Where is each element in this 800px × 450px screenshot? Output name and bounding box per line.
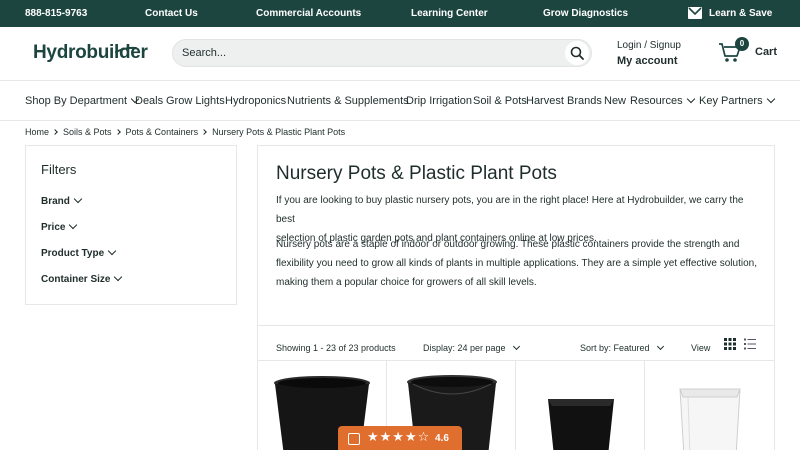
product-card[interactable] <box>645 361 774 450</box>
chevron-right-icon <box>114 129 121 135</box>
nav-key-partners[interactable]: Key Partners <box>699 94 775 107</box>
chevron-down-icon <box>656 342 664 351</box>
chevron-down-icon <box>114 272 123 282</box>
breadcrumb-home[interactable]: Home <box>25 127 49 137</box>
breadcrumb: Home Soils & Pots Pots & Containers Nursery… <box>25 127 345 137</box>
filters-title: Filters <box>41 162 77 177</box>
nav-soil-pots[interactable]: Soil & Pots <box>473 95 527 107</box>
black-square-pot-image[interactable] <box>546 397 616 450</box>
commercial-accounts-link[interactable]: Commercial Accounts <box>256 8 361 19</box>
logo-swoosh-icon <box>115 46 137 53</box>
chevron-right-icon <box>52 129 58 135</box>
chevron-right-icon <box>201 129 207 135</box>
grow-diagnostics-link[interactable]: Grow Diagnostics <box>543 8 628 19</box>
nav-brands[interactable]: Brands <box>567 95 602 107</box>
mail-icon <box>688 7 702 19</box>
filter-container-size[interactable]: Container Size <box>41 272 123 285</box>
grid-view-icon[interactable] <box>724 338 736 350</box>
filter-brand[interactable]: Brand <box>41 194 83 207</box>
chevron-down-icon <box>686 94 695 104</box>
search-icon <box>570 46 584 60</box>
main-nav: Shop By Department Deals Grow Lights Hyd… <box>0 81 800 121</box>
collection-toolbar: Showing 1 - 23 of 23 products Display: 2… <box>258 325 774 361</box>
sort-by-select[interactable]: Sort by: Featured <box>580 342 664 353</box>
login-signup-link[interactable]: Login / Signup <box>617 40 681 51</box>
nav-grow-lights[interactable]: Grow Lights <box>166 95 225 107</box>
nav-hydroponics[interactable]: Hydroponics <box>225 95 286 107</box>
contact-us-link[interactable]: Contact Us <box>145 8 198 19</box>
search-input[interactable] <box>182 47 562 59</box>
top-bar: 888-815-9763 Contact Us Commercial Accou… <box>0 0 800 27</box>
cart-link[interactable]: Cart <box>755 46 777 58</box>
list-view-icon[interactable] <box>744 338 756 350</box>
product-count: Showing 1 - 23 of 23 products <box>276 343 396 353</box>
nav-shop-by-department[interactable]: Shop By Department <box>25 94 140 107</box>
site-header: Hydrobuilder Login / Signup My account 0… <box>0 27 800 81</box>
star-rating-icon: ★★★★☆ <box>367 430 431 445</box>
breadcrumb-current: Nursery Pots & Plastic Plant Pots <box>212 127 346 137</box>
view-label: View <box>691 343 711 353</box>
cart-count-badge: 0 <box>735 37 749 51</box>
my-account-link[interactable]: My account <box>617 55 678 67</box>
page-title: Nursery Pots & Plastic Plant Pots <box>276 163 557 184</box>
filters-panel: Filters Brand Price Product Type Contain… <box>25 145 237 305</box>
phone-number[interactable]: 888-815-9763 <box>25 8 87 19</box>
product-card[interactable] <box>516 361 645 450</box>
nav-harvest[interactable]: Harvest <box>526 95 564 107</box>
reviews-rating-badge[interactable]: ★★★★☆ 4.6 <box>338 426 462 450</box>
learn-and-save-link[interactable]: Learn & Save <box>709 8 772 19</box>
filter-product-type[interactable]: Product Type <box>41 246 117 259</box>
rating-value: 4.6 <box>435 433 449 444</box>
description-paragraph-2: Nursery pots are a staple of indoor or o… <box>276 239 757 288</box>
chevron-down-icon <box>73 194 83 204</box>
chevron-down-icon <box>107 246 117 256</box>
nav-drip-irrigation[interactable]: Drip Irrigation <box>406 95 472 107</box>
display-per-page-select[interactable]: Display: 24 per page <box>423 342 520 353</box>
nav-new[interactable]: New <box>604 95 626 107</box>
nav-deals[interactable]: Deals <box>135 95 163 107</box>
breadcrumb-soils-pots[interactable]: Soils & Pots <box>63 127 112 137</box>
chevron-down-icon <box>766 94 775 104</box>
verified-check-icon <box>348 433 360 445</box>
chevron-down-icon <box>69 220 78 230</box>
search-bar <box>172 39 592 67</box>
chevron-down-icon <box>512 342 520 351</box>
product-grid <box>258 361 774 450</box>
collection-main: Nursery Pots & Plastic Plant Pots If you… <box>257 145 775 450</box>
breadcrumb-pots-containers[interactable]: Pots & Containers <box>126 127 199 137</box>
white-square-pot-image[interactable] <box>678 387 742 450</box>
search-button[interactable] <box>565 41 589 65</box>
nav-resources[interactable]: Resources <box>630 94 695 107</box>
filter-price[interactable]: Price <box>41 220 78 233</box>
learning-center-link[interactable]: Learning Center <box>411 8 488 19</box>
nav-nutrients-supplements[interactable]: Nutrients & Supplements <box>287 95 409 107</box>
